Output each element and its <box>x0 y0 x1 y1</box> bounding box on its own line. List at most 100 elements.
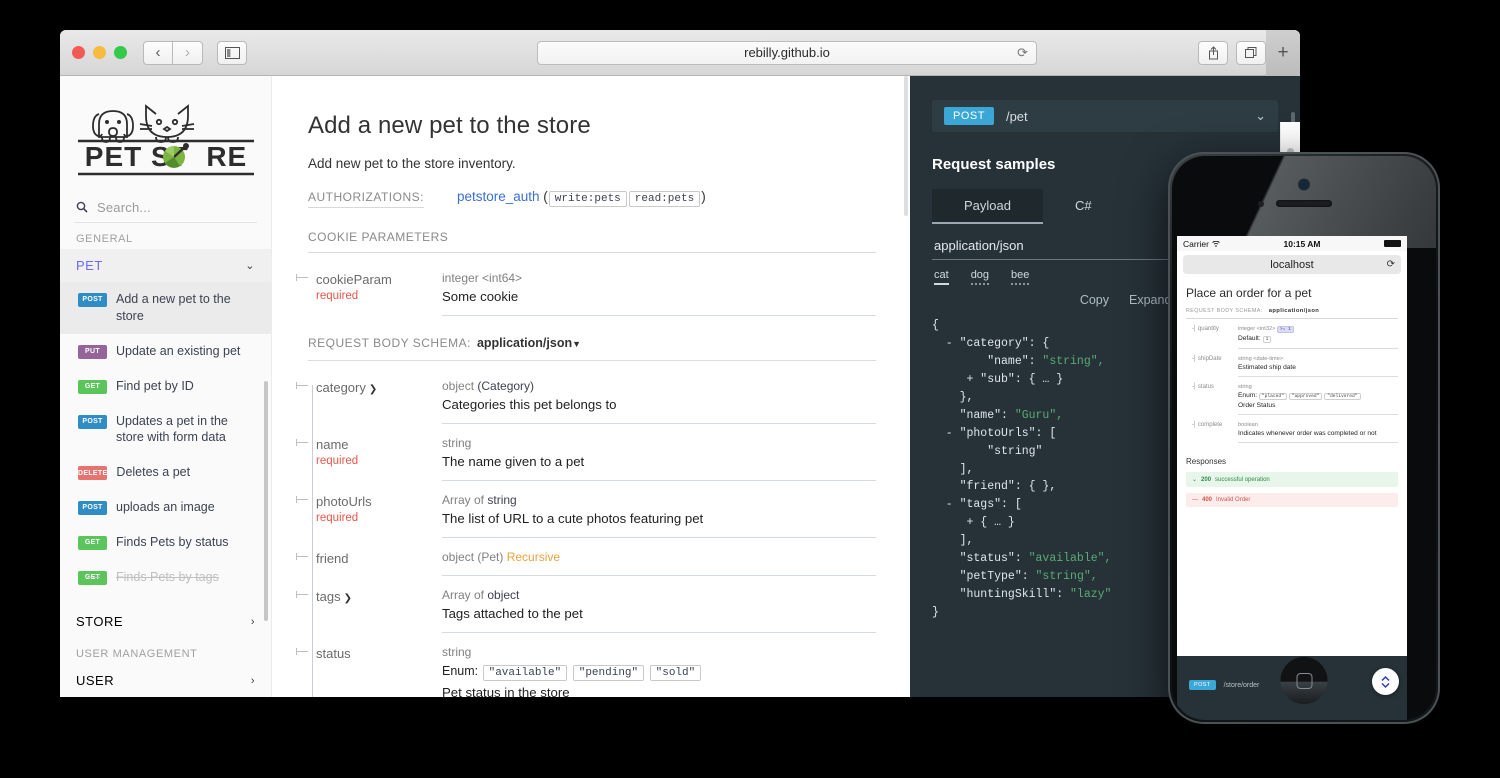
sidebar-operation-item[interactable]: PUTUpdate an existing pet <box>60 334 271 369</box>
main-documentation: Add a new pet to the store Add new pet t… <box>272 76 910 697</box>
property-name: photoUrls <box>316 494 372 509</box>
mobile-property-row: ┤ quantityinteger <int32> >= 1Default: 1 <box>1186 326 1398 349</box>
tree-tick-icon <box>296 442 308 443</box>
schema-property-list: category❯object (Category)Categories thi… <box>308 367 876 697</box>
sidebar-bottom-groups: STORE › USER MANAGEMENT USER › <box>60 605 271 697</box>
main-scrollbar[interactable] <box>904 76 908 216</box>
variant-bee[interactable]: bee <box>1011 269 1029 285</box>
property-name: friend <box>316 551 349 566</box>
carrier-label: Carrier <box>1183 239 1220 249</box>
sidebar-group-user[interactable]: USER › <box>60 664 271 697</box>
sidebar-operation-item[interactable]: POSTAdd a new pet to the store <box>60 282 271 334</box>
mobile-enum-chip: "approved" <box>1289 393 1323 400</box>
tab-payload[interactable]: Payload <box>932 189 1043 224</box>
sidebar-group-store[interactable]: STORE › <box>60 605 271 638</box>
mobile-response-code: 400 <box>1202 497 1212 503</box>
new-tab-button[interactable]: + <box>1266 30 1300 76</box>
property-body: object (Category)Categories this pet bel… <box>442 379 876 424</box>
variant-cat[interactable]: cat <box>934 269 949 285</box>
mobile-constraint-badge: >= 1 <box>1277 326 1294 333</box>
sidebar-toggle-icon[interactable] <box>217 41 247 65</box>
mobile-property-enum: Enum: "placed" "approved" "delivered" <box>1238 392 1398 400</box>
forward-button[interactable]: › <box>173 41 203 65</box>
recursive-marker: Recursive <box>507 550 560 564</box>
tree-tick-icon <box>296 385 308 386</box>
expand-collapse-fab[interactable] <box>1372 668 1399 695</box>
share-glyph <box>1207 46 1220 60</box>
sidebar-operation-item[interactable]: GETFinds Pets by status <box>60 525 271 560</box>
pet-store-logo: PET ST RE <box>60 76 271 186</box>
mobile-response-row[interactable]: —400Invalid Order <box>1186 493 1398 507</box>
mobile-response-row[interactable]: ⌄200successful operation <box>1186 472 1398 487</box>
sidebar-operation-label: Finds Pets by tags <box>116 569 219 586</box>
copy-button[interactable]: Copy <box>1080 293 1109 307</box>
mobile-property-name: ┤ complete <box>1186 422 1238 443</box>
mobile-property-body: integer <int32> >= 1Default: 1 <box>1238 326 1398 349</box>
chevron-down-icon: ⌄ <box>1192 476 1197 483</box>
close-window-button[interactable] <box>72 46 85 59</box>
earpiece-speaker <box>1276 200 1332 207</box>
endpoint-selector[interactable]: POST /pet ⌄ <box>932 100 1278 132</box>
authorizations-value: petstore_auth (write:petsread:pets) <box>457 189 706 207</box>
address-bar[interactable]: rebilly.github.io ⟳ <box>537 41 1037 65</box>
property-body: Array of string The list of URL to a cute… <box>442 493 876 538</box>
sidebar-operation-item[interactable]: POSTuploads an image <box>60 490 271 525</box>
proximity-sensor-icon <box>1258 201 1264 207</box>
schema-property-row: statusstringEnum: "available" "pending" … <box>308 633 876 697</box>
page-title: Add a new pet to the store <box>308 112 876 140</box>
sidebar-operation-label: Updates a pet in the store with form dat… <box>116 413 255 447</box>
home-button[interactable] <box>1281 657 1328 704</box>
mobile-schema-row: REQUEST BODY SCHEMA: application/json <box>1186 308 1398 319</box>
mobile-property-body: string <date-time> Estimated ship date <box>1238 356 1398 377</box>
schema-property-row: friendobject (Pet) Recursive <box>308 538 876 576</box>
sidebar-operation-item[interactable]: DELETEDeletes a pet <box>60 455 271 490</box>
property-description: The list of URL to a cute photos featuri… <box>442 511 876 526</box>
method-badge: GET <box>78 380 107 394</box>
variant-dog[interactable]: dog <box>971 269 989 285</box>
sidebar-operation-item[interactable]: GETFinds Pets by tags <box>60 560 271 595</box>
mobile-property-description: Order Status <box>1238 402 1398 409</box>
share-icon[interactable] <box>1198 41 1228 65</box>
window-controls[interactable] <box>72 46 127 59</box>
sidebar-group-pet[interactable]: PET ⌄ <box>60 249 271 282</box>
caret-down-icon: ▼ <box>572 339 581 349</box>
mobile-property-type: string <box>1238 384 1398 390</box>
cookie-parameter-tree: cookieParam required integer <int64> Som… <box>308 259 876 316</box>
chevron-down-icon: ⌄ <box>245 259 255 272</box>
toolbar-right-actions <box>1198 41 1266 65</box>
mobile-response-code: 200 <box>1201 477 1211 483</box>
mobile-property-row: ┤ statusstring Enum: "placed" "approved"… <box>1186 384 1398 415</box>
endpoint-method-badge: POST <box>944 107 994 125</box>
schema-property-row: category❯object (Category)Categories thi… <box>308 367 876 424</box>
maximize-window-button[interactable] <box>114 46 127 59</box>
mobile-endpoint-method-badge: POST <box>1189 680 1216 690</box>
chevron-down-icon[interactable]: ⌄ <box>1255 108 1266 124</box>
expand-arrow-icon[interactable]: ❯ <box>369 384 377 395</box>
tree-tick-icon <box>296 499 308 500</box>
mobile-address-bar[interactable]: localhost ⟳ <box>1183 255 1401 274</box>
request-body-schema-select[interactable]: application/json▼ <box>477 336 581 350</box>
property-type-highlight: object <box>487 588 519 602</box>
mobile-reload-icon[interactable]: ⟳ <box>1387 259 1395 270</box>
home-square-icon <box>1296 673 1312 689</box>
auth-scheme-link[interactable]: petstore_auth <box>457 189 540 204</box>
search-input[interactable]: Search... <box>74 194 257 223</box>
tree-tick-icon <box>296 594 308 595</box>
sidebar-scrollbar[interactable] <box>264 381 268 621</box>
property-type: Array of object <box>442 588 876 602</box>
minimize-window-button[interactable] <box>93 46 106 59</box>
property-name-cell: tags❯ <box>308 588 442 633</box>
property-type: Array of string <box>442 493 876 507</box>
chevron-right-icon: › <box>251 616 255 628</box>
back-button[interactable]: ‹ <box>143 41 173 65</box>
sidebar-operation-item[interactable]: POSTUpdates a pet in the store with form… <box>60 404 271 456</box>
tab-csharp[interactable]: C# <box>1043 189 1124 224</box>
reload-icon[interactable]: ⟳ <box>1017 45 1028 61</box>
sidebar-operation-list: POSTAdd a new pet to the storePUTUpdate … <box>60 282 271 595</box>
expand-arrow-icon[interactable]: ❯ <box>344 593 352 604</box>
authorizations-label: AUTHORIZATIONS: <box>308 190 424 208</box>
navigation-buttons[interactable]: ‹ › <box>143 41 203 65</box>
sidebar-operation-label: Deletes a pet <box>116 464 190 481</box>
sidebar-operation-item[interactable]: GETFind pet by ID <box>60 369 271 404</box>
tabs-icon[interactable] <box>1236 41 1266 65</box>
